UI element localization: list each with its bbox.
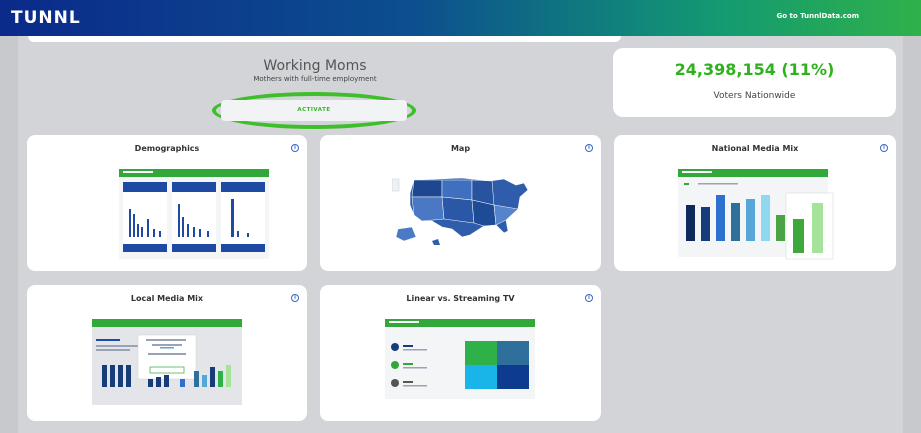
- demographics-preview-thumbnail: [119, 169, 269, 259]
- local-media-mix-card[interactable]: Local Media Mix i: [27, 285, 307, 421]
- card-title: Map: [450, 144, 471, 153]
- info-icon[interactable]: i: [291, 144, 299, 152]
- top-panel-edge: [28, 36, 621, 42]
- map-card[interactable]: Map i: [320, 135, 601, 271]
- card-title: Local Media Mix: [130, 294, 204, 303]
- info-icon[interactable]: i: [880, 144, 888, 152]
- tunnl-logo[interactable]: TUNNL: [11, 8, 81, 28]
- voter-count-card: 24,398,154 (11%) Voters Nationwide: [613, 48, 896, 117]
- info-icon[interactable]: i: [585, 144, 593, 152]
- segment-title: Working Moms: [263, 58, 367, 74]
- national-media-mix-card[interactable]: National Media Mix i: [614, 135, 896, 271]
- demo-panel-3: [221, 182, 265, 252]
- info-icon[interactable]: i: [585, 294, 593, 302]
- voter-count-label: Voters Nationwide: [713, 91, 796, 101]
- voter-count-value: 24,398,154 (11%): [674, 60, 835, 79]
- left-margin: [0, 36, 18, 433]
- local-media-mix-thumbnail: [92, 319, 242, 405]
- card-title: National Media Mix: [711, 144, 799, 153]
- activate-button[interactable]: ACTIVATE: [221, 100, 407, 121]
- card-title: Linear vs. Streaming TV: [406, 294, 515, 303]
- card-title: Demographics: [134, 144, 200, 153]
- demographics-card[interactable]: Demographics i: [27, 135, 307, 271]
- linear-vs-streaming-card[interactable]: Linear vs. Streaming TV i: [320, 285, 601, 421]
- us-map-thumbnail: [392, 177, 529, 245]
- demo-panel-2: [172, 182, 216, 252]
- info-icon[interactable]: i: [291, 294, 299, 302]
- national-media-mix-thumbnail: [678, 169, 834, 260]
- top-navigation-bar: TUNNL Go to TunnlData.com: [0, 0, 921, 36]
- demo-panel-1: [123, 182, 167, 252]
- goto-tunnldata-link[interactable]: Go to TunnlData.com: [777, 12, 859, 20]
- segment-subtitle: Mothers with full-time employment: [253, 75, 377, 83]
- linear-vs-streaming-thumbnail: [385, 319, 535, 399]
- right-margin: [903, 36, 921, 433]
